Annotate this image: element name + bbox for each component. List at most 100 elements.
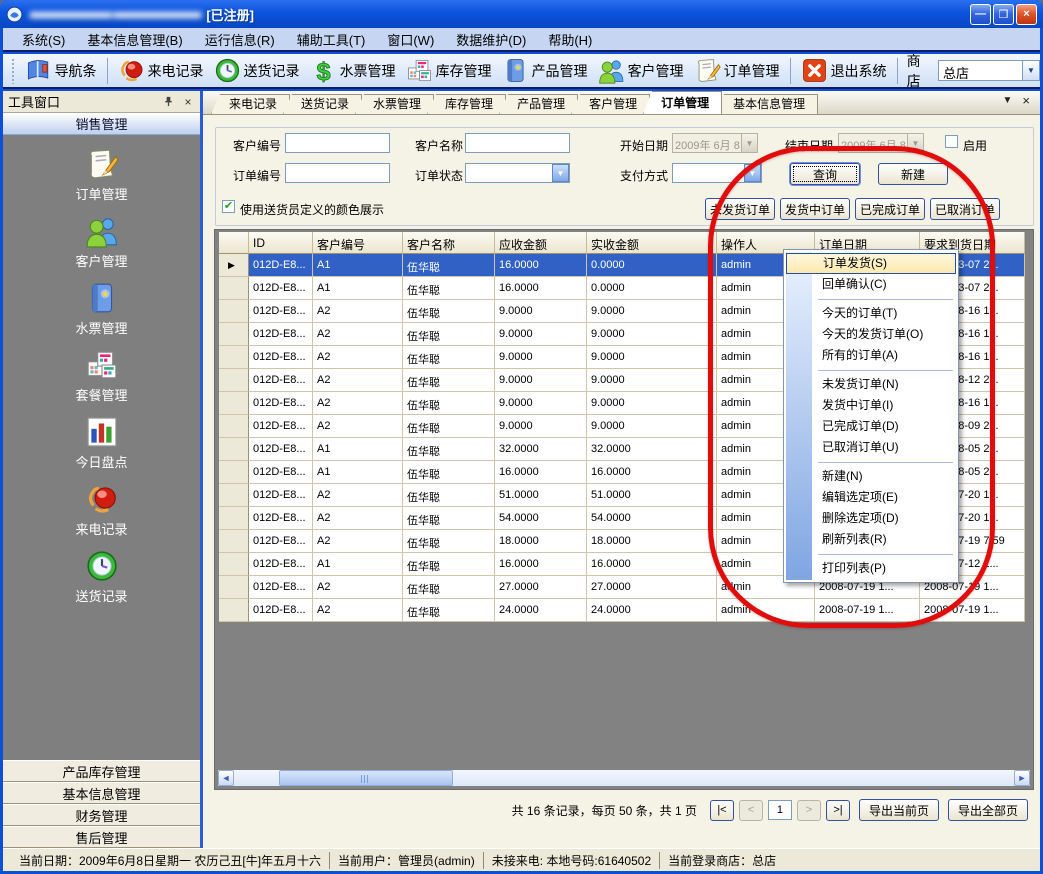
- context-menu-item[interactable]: 回单确认(C): [786, 274, 956, 295]
- row-selector[interactable]: [219, 484, 249, 507]
- tab-close-icon[interactable]: ×: [1022, 93, 1030, 108]
- order-status-select[interactable]: ▼: [465, 163, 570, 183]
- maximize-button[interactable]: ❐: [993, 4, 1014, 25]
- menu-item[interactable]: 系统(S): [11, 27, 76, 52]
- menu-item[interactable]: 数据维护(D): [445, 27, 537, 52]
- row-selector[interactable]: [219, 392, 249, 415]
- prev-page-button[interactable]: <: [739, 800, 763, 821]
- document-tab[interactable]: 来电记录: [211, 94, 290, 114]
- row-selector[interactable]: [219, 415, 249, 438]
- document-tab[interactable]: 送货记录: [283, 94, 362, 114]
- row-selector[interactable]: [219, 346, 249, 369]
- sidebar-group-button[interactable]: 售后管理: [3, 826, 200, 848]
- scroll-left-icon[interactable]: ◄: [218, 770, 234, 786]
- row-selector[interactable]: [219, 576, 249, 599]
- context-menu-item[interactable]: [786, 366, 956, 374]
- row-selector[interactable]: [219, 599, 249, 622]
- chevron-down-icon[interactable]: ▼: [744, 164, 761, 182]
- context-menu-item[interactable]: 编辑选定项(E): [786, 487, 956, 508]
- toolbar-button[interactable]: 退出系统: [796, 56, 892, 85]
- toolbar-button[interactable]: 导航条: [20, 56, 102, 85]
- menu-item[interactable]: 运行信息(R): [194, 27, 286, 52]
- toolbar-button[interactable]: 产品管理: [497, 56, 593, 85]
- context-menu-item[interactable]: 打印列表(P): [786, 558, 956, 579]
- first-page-button[interactable]: |<: [710, 800, 734, 821]
- column-header[interactable]: 客户编号: [313, 232, 403, 254]
- column-header[interactable]: 应收金额: [495, 232, 587, 254]
- document-tab[interactable]: 基本信息管理: [715, 94, 818, 114]
- toolbar-button[interactable]: 订单管理: [689, 56, 785, 85]
- menu-item[interactable]: 辅助工具(T): [286, 27, 377, 52]
- date-enable-checkbox[interactable]: [945, 135, 958, 148]
- context-menu-item[interactable]: 新建(N): [786, 466, 956, 487]
- document-tab[interactable]: 客户管理: [571, 94, 650, 114]
- document-tab[interactable]: 水票管理: [355, 94, 434, 114]
- menu-item[interactable]: 窗口(W): [376, 27, 445, 52]
- row-selector[interactable]: [219, 300, 249, 323]
- column-header[interactable]: 实收金额: [587, 232, 717, 254]
- start-date-picker[interactable]: 2009年 6月 8日 ▼: [672, 133, 758, 153]
- context-menu-item[interactable]: 订单发货(S): [786, 253, 956, 274]
- toolbar-button[interactable]: 客户管理: [593, 56, 689, 85]
- sidebar-item[interactable]: 水票管理: [3, 281, 200, 337]
- close-button[interactable]: ×: [1016, 4, 1037, 25]
- chevron-down-icon[interactable]: ▼: [741, 134, 757, 152]
- sidebar-item[interactable]: 客户管理: [3, 214, 200, 270]
- toolbar-button[interactable]: $ 水票管理: [305, 56, 401, 85]
- context-menu-item[interactable]: 已完成订单(D): [786, 416, 956, 437]
- last-page-button[interactable]: >|: [826, 800, 850, 821]
- sidebar-item[interactable]: 套餐管理: [3, 348, 200, 404]
- sidebar-item[interactable]: 订单管理: [3, 147, 200, 203]
- close-icon[interactable]: ×: [181, 95, 195, 109]
- column-header[interactable]: ID: [249, 232, 313, 254]
- order-filter-button[interactable]: 已取消订单: [930, 198, 1000, 220]
- chevron-down-icon[interactable]: ▼: [552, 164, 569, 182]
- row-selector[interactable]: [219, 254, 249, 277]
- toolbar-button[interactable]: 来电记录: [113, 56, 209, 85]
- context-menu-item[interactable]: 已取消订单(U): [786, 437, 956, 458]
- row-selector[interactable]: [219, 530, 249, 553]
- horizontal-scrollbar[interactable]: ◄ ►: [218, 770, 1030, 786]
- context-menu-item[interactable]: [786, 550, 956, 558]
- order-filter-button[interactable]: 发货中订单: [780, 198, 850, 220]
- sidebar-group-button[interactable]: 产品库存管理: [3, 760, 200, 782]
- pay-method-select[interactable]: ▼: [672, 163, 762, 183]
- menu-item[interactable]: 帮助(H): [537, 27, 603, 52]
- context-menu-item[interactable]: 刷新列表(R): [786, 529, 956, 550]
- row-selector[interactable]: [219, 553, 249, 576]
- context-menu-item[interactable]: 所有的订单(A): [786, 345, 956, 366]
- row-selector[interactable]: [219, 369, 249, 392]
- tab-list-dropdown-icon[interactable]: ▼: [1003, 95, 1013, 106]
- context-menu-item[interactable]: 今天的发货订单(O): [786, 324, 956, 345]
- sidebar-group-button[interactable]: 财务管理: [3, 804, 200, 826]
- customer-code-input[interactable]: [285, 133, 390, 153]
- context-menu-item[interactable]: 发货中订单(I): [786, 395, 956, 416]
- order-filter-button[interactable]: 已完成订单: [855, 198, 925, 220]
- row-selector[interactable]: [219, 323, 249, 346]
- document-tab[interactable]: 订单管理: [643, 91, 722, 114]
- toolbar-button[interactable]: 送货记录: [209, 56, 305, 85]
- sidebar-section-sales[interactable]: 销售管理: [3, 113, 200, 135]
- table-row[interactable]: 012D-E8... A2 伍华聪 24.0000 24.0000 admin …: [219, 599, 1025, 622]
- sidebar-item[interactable]: 送货记录: [3, 549, 200, 605]
- context-menu-item[interactable]: [786, 458, 956, 466]
- context-menu-item[interactable]: [786, 295, 956, 303]
- pin-icon[interactable]: [161, 95, 175, 109]
- export-current-page-button[interactable]: 导出当前页: [859, 799, 939, 821]
- context-menu-item[interactable]: 删除选定项(D): [786, 508, 956, 529]
- sidebar-item[interactable]: 今日盘点: [3, 415, 200, 471]
- export-all-pages-button[interactable]: 导出全部页: [948, 799, 1028, 821]
- new-button[interactable]: 新建: [878, 163, 948, 185]
- delivery-color-checkbox[interactable]: ✔: [222, 200, 235, 213]
- document-tab[interactable]: 产品管理: [499, 94, 578, 114]
- row-selector[interactable]: [219, 438, 249, 461]
- customer-name-input[interactable]: [465, 133, 570, 153]
- column-header[interactable]: 客户名称: [403, 232, 495, 254]
- row-selector[interactable]: [219, 461, 249, 484]
- scroll-right-icon[interactable]: ►: [1014, 770, 1030, 786]
- page-number-input[interactable]: [768, 800, 792, 820]
- row-selector[interactable]: [219, 277, 249, 300]
- end-date-picker[interactable]: 2009年 6月 8日 ▼: [838, 133, 924, 153]
- context-menu-item[interactable]: 未发货订单(N): [786, 374, 956, 395]
- shop-combobox[interactable]: 总店 ▼: [938, 60, 1040, 81]
